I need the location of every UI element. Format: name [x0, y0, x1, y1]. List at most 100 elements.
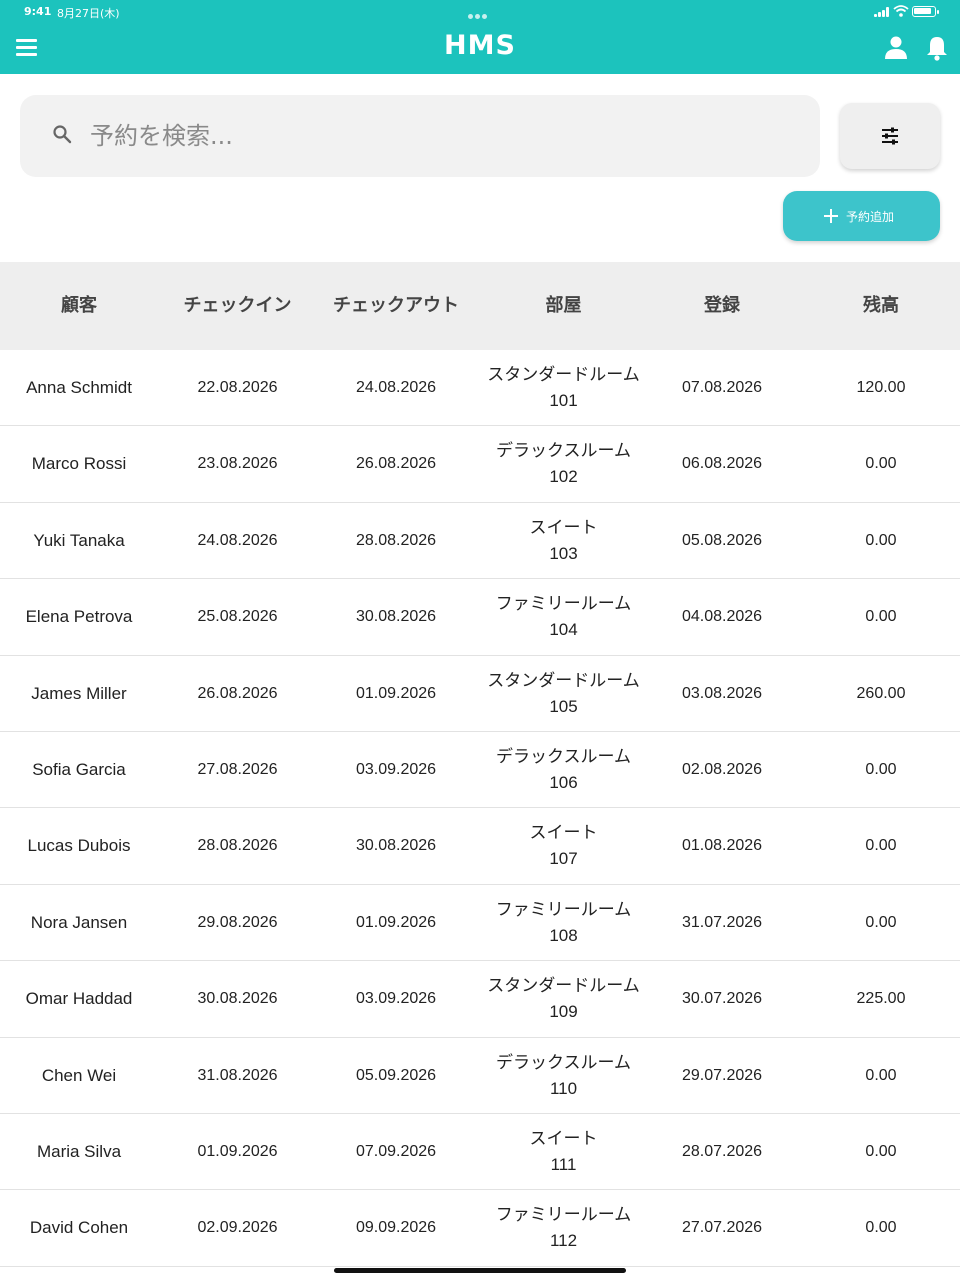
cell-customer: Marco Rossi	[31, 454, 127, 474]
cell-customer: James Miller	[31, 683, 127, 703]
column-header-customer[interactable]: 顧客	[0, 262, 158, 350]
table-row[interactable]: Chen Wei 31.08.2026 05.09.2026 デラックスルーム 110 2…	[0, 1038, 960, 1114]
table-row[interactable]: James Miller 26.08.2026 01.09.2026 スタンダードルー…	[0, 656, 960, 732]
cell-registered: 06.08.2026	[681, 455, 763, 473]
cell-registered: 03.08.2026	[681, 684, 763, 702]
room-number: 106	[549, 772, 578, 792]
person-icon[interactable]	[882, 34, 910, 62]
cell-room: ファミリールーム 104	[475, 579, 652, 655]
cell-room: ファミリールーム 108	[475, 885, 652, 961]
cell-checkout: 03.09.2026	[355, 760, 437, 778]
cell-balance: 0.00	[865, 608, 897, 626]
table-row[interactable]: Anna Schmidt 22.08.2026 24.08.2026 スタンダードルー…	[0, 350, 960, 427]
cell-registered: 27.07.2026	[681, 1219, 763, 1237]
table-row[interactable]: Lucas Dubois 28.08.2026 30.08.2026 スイート 107 0…	[0, 808, 960, 885]
table-row[interactable]: David Cohen 02.09.2026 09.09.2026 ファミリールーム 1…	[0, 1190, 960, 1267]
home-indicator[interactable]	[334, 1268, 626, 1273]
table-row[interactable]: Nora Jansen 29.08.2026 01.09.2026 ファミリールーム 1…	[0, 885, 960, 962]
table-row[interactable]: Marco Rossi 23.08.2026 26.08.2026 デラックスルーム 1…	[0, 426, 960, 503]
room-number: 101	[549, 391, 578, 410]
room-type: スイート	[529, 823, 598, 843]
cell-checkin: 02.09.2026	[197, 1219, 278, 1237]
room-type: ファミリールーム	[495, 1205, 632, 1225]
cell-registered: 04.08.2026	[681, 608, 763, 626]
cell-checkout: 01.09.2026	[355, 684, 437, 702]
room-type: スタンダードルーム	[487, 670, 640, 690]
room-type: デラックスルーム	[496, 1052, 631, 1072]
cell-balance: 0.00	[865, 913, 897, 931]
search-icon	[53, 125, 72, 144]
cell-checkin: 27.08.2026	[197, 760, 278, 778]
cell-balance: 0.00	[865, 455, 897, 473]
column-header-checkin[interactable]: チェックイン	[158, 262, 317, 350]
cell-room: スタンダードルーム 101	[475, 350, 652, 426]
table-row[interactable]: Sofia Garcia 27.08.2026 03.09.2026 デラックスルーム…	[0, 732, 960, 809]
cell-registered: 28.07.2026	[681, 1142, 763, 1160]
multitasking-dots-icon[interactable]	[468, 9, 492, 19]
plus-icon	[824, 209, 838, 223]
cell-checkin: 24.08.2026	[197, 531, 278, 549]
cell-balance: 0.00	[865, 837, 897, 855]
add-reservation-button[interactable]: 予約追加	[783, 191, 940, 241]
cell-checkin: 26.08.2026	[197, 684, 278, 702]
table-row[interactable]: Elena Petrova 25.08.2026 30.08.2026 ファミリールー…	[0, 579, 960, 656]
cell-checkout: 28.08.2026	[355, 531, 437, 549]
cell-customer: Omar Haddad	[25, 989, 133, 1009]
room-number: 105	[549, 696, 578, 716]
room-number: 102	[549, 467, 578, 487]
column-header-balance[interactable]: 残高	[802, 262, 960, 350]
filter-button[interactable]	[840, 103, 940, 169]
battery-icon	[912, 6, 939, 17]
cell-balance: 0.00	[865, 1219, 897, 1237]
cell-balance: 0.00	[865, 760, 897, 778]
sliders-icon	[882, 127, 898, 145]
cell-customer: David Cohen	[29, 1218, 129, 1238]
cell-checkin: 25.08.2026	[197, 608, 278, 626]
cell-checkout: 26.08.2026	[355, 455, 437, 473]
cell-customer: Chen Wei	[41, 1065, 117, 1085]
cell-registered: 01.08.2026	[681, 837, 763, 855]
cell-balance: 225.00	[856, 990, 906, 1008]
table-row[interactable]: Omar Haddad 30.08.2026 03.09.2026 スタンダードルーム…	[0, 961, 960, 1038]
cell-balance: 120.00	[856, 379, 906, 396]
wifi-icon	[893, 5, 909, 17]
status-bar: 9:41 8月27日(木)	[0, 0, 960, 24]
status-time: 9:41	[24, 5, 52, 18]
reservations-table-body: Anna Schmidt 22.08.2026 24.08.2026 スタンダードルー…	[0, 350, 960, 1267]
table-row[interactable]: Yuki Tanaka 24.08.2026 28.08.2026 スイート 103 05…	[0, 503, 960, 580]
cell-room: スイート 103	[475, 503, 652, 579]
cell-checkout: 01.09.2026	[355, 913, 437, 931]
cell-checkout: 03.09.2026	[355, 990, 437, 1008]
status-date: 8月27日(木)	[57, 7, 120, 20]
cell-room: ファミリールーム 112	[475, 1190, 652, 1266]
cell-registered: 29.07.2026	[681, 1066, 763, 1084]
bell-icon[interactable]	[922, 33, 952, 63]
hamburger-menu-icon[interactable]	[14, 37, 40, 59]
room-type: スイート	[529, 1128, 598, 1148]
search-input[interactable]	[90, 95, 810, 177]
room-number: 110	[549, 1078, 578, 1098]
room-number: 107	[549, 849, 578, 869]
cell-customer: Elena Petrova	[25, 607, 133, 627]
cell-checkout: 30.08.2026	[355, 837, 437, 855]
cell-customer: Maria Silva	[36, 1141, 122, 1161]
cell-balance: 260.00	[856, 684, 906, 702]
table-row[interactable]: Maria Silva 01.09.2026 07.09.2026 スイート 111 28…	[0, 1114, 960, 1191]
cell-customer: Sofia Garcia	[32, 759, 126, 779]
cell-checkin: 28.08.2026	[197, 837, 278, 855]
room-number: 109	[549, 1002, 578, 1022]
column-header-registered[interactable]: 登録	[642, 262, 802, 350]
room-number: 103	[549, 543, 578, 563]
cell-checkout: 24.08.2026	[355, 379, 437, 396]
cell-room: デラックスルーム 102	[475, 426, 652, 502]
cell-checkin: 29.08.2026	[197, 913, 278, 931]
cell-registered: 07.08.2026	[681, 379, 763, 396]
cell-checkin: 31.08.2026	[197, 1066, 278, 1084]
cell-registered: 30.07.2026	[681, 990, 763, 1008]
cell-room: デラックスルーム 106	[475, 732, 652, 808]
cell-checkin: 30.08.2026	[197, 990, 278, 1008]
column-header-checkout[interactable]: チェックアウト	[317, 262, 475, 350]
table-header: 顧客 チェックイン チェックアウト 部屋 登録 残高	[0, 262, 960, 350]
column-header-room[interactable]: 部屋	[475, 262, 652, 350]
room-type: ファミリールーム	[495, 899, 632, 919]
